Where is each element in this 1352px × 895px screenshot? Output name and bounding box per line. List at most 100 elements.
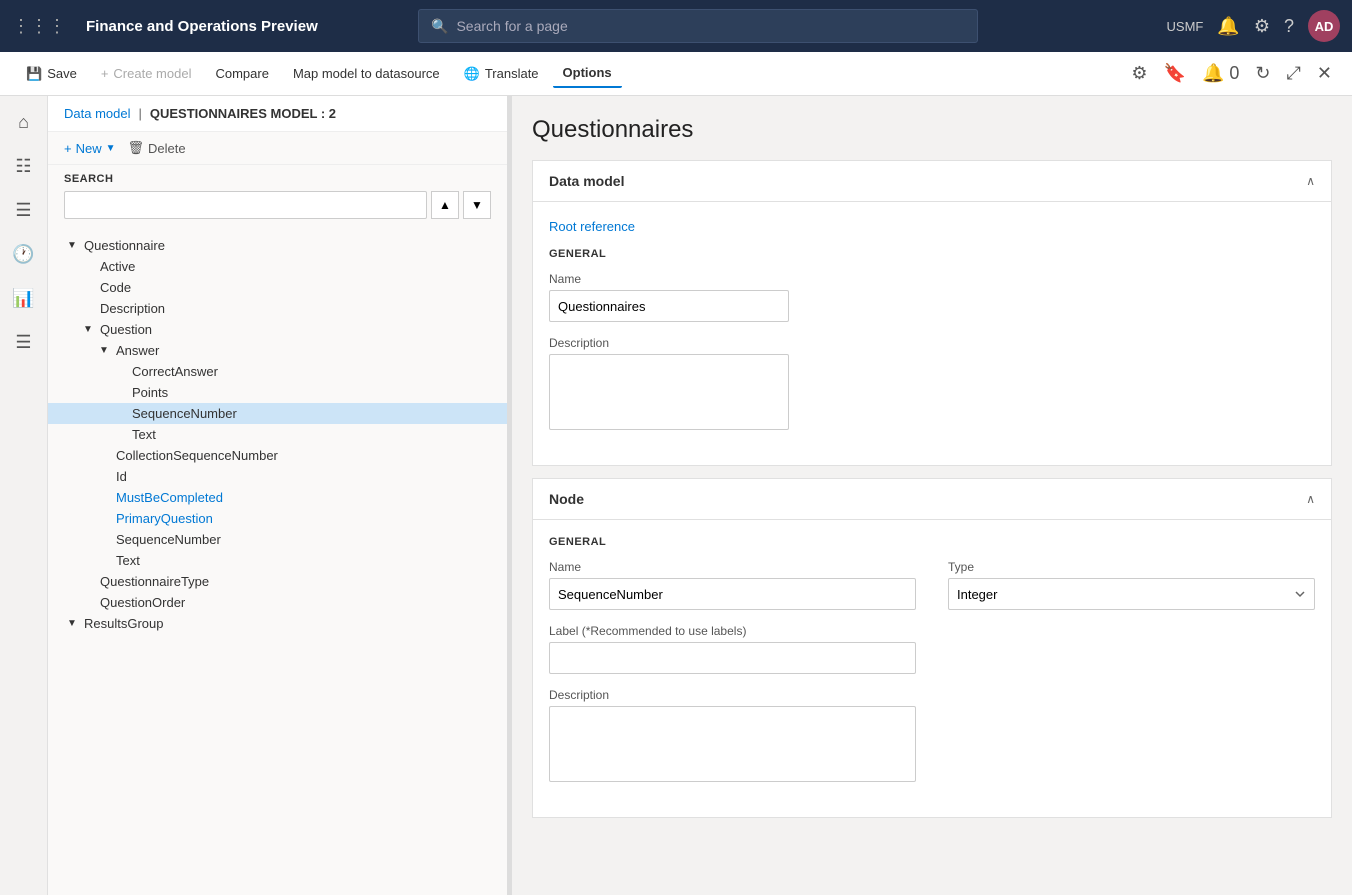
node-left-column: Name Label (*Recommended to use labels) … — [549, 560, 916, 801]
tree-item[interactable]: CollectionSequenceNumber — [48, 445, 507, 466]
tree-item-label: Text — [128, 427, 156, 442]
data-model-name-input[interactable] — [549, 290, 789, 322]
global-search-bar[interactable]: 🔍 Search for a page — [418, 9, 978, 43]
node-label-input[interactable] — [549, 642, 916, 674]
nav-right: USMF 🔔 ⚙ ? AD — [1167, 10, 1340, 42]
breadcrumb: Data model | QUESTIONNAIRES MODEL : 2 — [48, 96, 507, 132]
menu-icon[interactable]: ☰ — [6, 192, 42, 228]
save-button[interactable]: 💾 Save — [16, 60, 87, 88]
top-nav: ⋮⋮⋮ Finance and Operations Preview 🔍 Sea… — [0, 0, 1352, 52]
new-button[interactable]: + New ▼ — [64, 141, 116, 156]
tree-item[interactable]: ▼ Question — [48, 319, 507, 340]
tree-item[interactable]: QuestionOrder — [48, 592, 507, 613]
node-label-label: Label (*Recommended to use labels) — [549, 624, 916, 638]
root-reference-link[interactable]: Root reference — [549, 219, 635, 234]
compare-button[interactable]: Compare — [205, 60, 278, 87]
search-up-arrow[interactable]: ▲ — [431, 191, 459, 219]
node-right-column: Type Integer String Boolean Real Date Da… — [948, 560, 1315, 801]
breadcrumb-current: QUESTIONNAIRES MODEL : 2 — [150, 106, 336, 121]
node-card-body: GENERAL Name Label (*Recommended to use … — [533, 520, 1331, 817]
tree-content: ▼ Questionnaire Active Code Description — [48, 227, 507, 895]
collapse-icon: ∧ — [1306, 492, 1315, 506]
tree-item-label: Code — [96, 280, 131, 295]
node-name-input[interactable] — [549, 578, 916, 610]
refresh-icon[interactable]: ↻ — [1251, 59, 1274, 88]
map-model-button[interactable]: Map model to datasource — [283, 60, 450, 87]
tree-item[interactable]: SequenceNumber — [48, 529, 507, 550]
tree-item[interactable]: ▼ Questionnaire — [48, 235, 507, 256]
tree-item[interactable]: Description — [48, 298, 507, 319]
grid-icon[interactable]: ⋮⋮⋮ — [12, 16, 66, 37]
expand-icon[interactable]: ⤢ — [1283, 59, 1305, 88]
list-icon[interactable]: ☰ — [6, 324, 42, 360]
tree-item[interactable]: PrimaryQuestion — [48, 508, 507, 529]
breadcrumb-data-model[interactable]: Data model — [64, 106, 130, 121]
node-type-select[interactable]: Integer String Boolean Real Date DateTim… — [948, 578, 1315, 610]
options-button[interactable]: Options — [553, 59, 622, 88]
breadcrumb-separator: | — [138, 106, 141, 121]
toolbar-right: ⚙ 🔖 🔔 0 ↻ ⤢ ✕ — [1127, 59, 1336, 88]
clock-icon[interactable]: 🕐 — [6, 236, 42, 272]
data-model-card-title: Data model — [549, 173, 624, 189]
node-card: Node ∧ GENERAL Name Label (*Recommended … — [532, 478, 1332, 818]
chevron-down-icon: ▼ — [106, 143, 116, 154]
delete-icon: 🗑 — [128, 140, 145, 156]
tree-item[interactable]: Text — [48, 424, 507, 445]
tree-item[interactable]: Id — [48, 466, 507, 487]
tree-actions: + New ▼ 🗑 Delete — [48, 132, 507, 165]
tree-item-label: Text — [112, 553, 140, 568]
plus-icon: + — [64, 141, 72, 156]
notifications-icon[interactable]: 🔔 — [1217, 16, 1239, 37]
user-label: USMF — [1167, 19, 1204, 34]
node-card-title: Node — [549, 491, 584, 507]
node-label-field: Label (*Recommended to use labels) — [549, 624, 916, 674]
node-card-header[interactable]: Node ∧ — [533, 479, 1331, 520]
data-model-general-label: GENERAL — [549, 248, 1315, 260]
tree-item-label: QuestionnaireType — [96, 574, 209, 589]
search-section: SEARCH ▲ ▼ — [48, 165, 507, 227]
tree-item[interactable]: Code — [48, 277, 507, 298]
main-layout: ⌂ ☷ ☰ 🕐 📊 ☰ Data model | QUESTIONNAIRES … — [0, 96, 1352, 895]
create-model-button[interactable]: + Create model — [91, 60, 202, 87]
avatar[interactable]: AD — [1308, 10, 1340, 42]
tree-item-label: Active — [96, 259, 135, 274]
tree-item[interactable]: Points — [48, 382, 507, 403]
translate-button[interactable]: 🌐 Translate — [454, 60, 549, 88]
side-icons: ⌂ ☷ ☰ 🕐 📊 ☰ — [0, 96, 48, 895]
table-icon[interactable]: 📊 — [6, 280, 42, 316]
help-icon[interactable]: ? — [1284, 16, 1294, 37]
add-icon: + — [101, 66, 109, 81]
tree-item-label: MustBeCompleted — [112, 490, 223, 505]
close-icon[interactable]: ✕ — [1313, 59, 1336, 88]
tree-item[interactable]: MustBeCompleted — [48, 487, 507, 508]
design-icon[interactable]: ⚙ — [1127, 59, 1151, 88]
data-model-card-header[interactable]: Data model ∧ — [533, 161, 1331, 202]
tree-item[interactable]: ▼ Answer — [48, 340, 507, 361]
tree-item[interactable]: QuestionnaireType — [48, 571, 507, 592]
data-model-name-label: Name — [549, 272, 1315, 286]
data-model-description-textarea[interactable] — [549, 354, 789, 430]
tree-item[interactable]: CorrectAnswer — [48, 361, 507, 382]
tree-item[interactable]: Active — [48, 256, 507, 277]
tree-item[interactable]: ▼ ResultsGroup — [48, 613, 507, 634]
node-description-textarea[interactable] — [549, 706, 916, 782]
search-down-arrow[interactable]: ▼ — [463, 191, 491, 219]
app-title: Finance and Operations Preview — [86, 18, 318, 35]
notification-badge: 0 — [1229, 63, 1239, 83]
settings-icon[interactable]: ⚙ — [1254, 16, 1270, 37]
node-type-field: Type Integer String Boolean Real Date Da… — [948, 560, 1315, 610]
home-icon[interactable]: ⌂ — [6, 104, 42, 140]
node-name-label: Name — [549, 560, 916, 574]
delete-button[interactable]: 🗑 Delete — [128, 140, 186, 156]
tree-item[interactable]: Text — [48, 550, 507, 571]
content-panel: Questionnaires Data model ∧ Root referen… — [512, 96, 1352, 895]
notifications-btn[interactable]: 🔔 0 — [1198, 59, 1243, 88]
node-description-label: Description — [549, 688, 916, 702]
filter-icon[interactable]: ☷ — [6, 148, 42, 184]
bookmark-icon[interactable]: 🔖 — [1160, 59, 1190, 88]
node-type-label: Type — [948, 560, 1315, 574]
tree-item-selected[interactable]: SequenceNumber — [48, 403, 507, 424]
search-icon: 🔍 — [431, 18, 448, 35]
data-model-card-body: Root reference GENERAL Name Description — [533, 202, 1331, 465]
search-input[interactable] — [64, 191, 427, 219]
